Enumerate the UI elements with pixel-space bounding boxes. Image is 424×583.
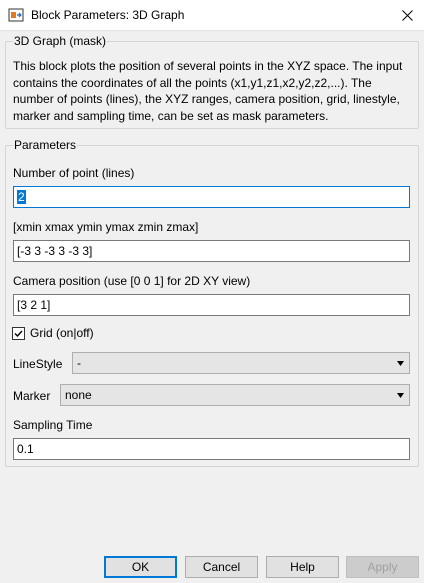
mask-description-group: 3D Graph (mask) This block plots the pos…	[5, 34, 419, 129]
checkmark-icon	[14, 330, 23, 338]
sampling-time-label: Sampling Time	[13, 418, 93, 432]
ok-button[interactable]: OK	[104, 556, 177, 578]
parameters-group-legend: Parameters	[13, 138, 78, 152]
close-icon	[401, 10, 413, 21]
chevron-down-icon	[397, 393, 404, 398]
camera-position-input[interactable]: [3 2 1]	[13, 294, 410, 316]
marker-label: Marker	[13, 389, 51, 403]
sampling-time-input[interactable]: 0.1	[13, 438, 410, 460]
apply-button[interactable]: Apply	[346, 556, 419, 578]
title-bar: Block Parameters: 3D Graph	[0, 0, 424, 31]
num-points-label: Number of point (lines)	[13, 166, 135, 180]
linestyle-value: -	[77, 356, 81, 370]
ranges-label: [xmin xmax ymin ymax zmin zmax]	[13, 220, 199, 234]
help-button[interactable]: Help	[266, 556, 339, 578]
camera-position-label: Camera position (use [0 0 1] for 2D XY v…	[13, 274, 251, 288]
chevron-down-icon	[397, 361, 404, 366]
cancel-button[interactable]: Cancel	[185, 556, 258, 578]
num-points-value: 2	[17, 190, 26, 204]
num-points-input[interactable]: 2	[13, 186, 410, 208]
block-parameters-icon	[8, 8, 24, 22]
ranges-input[interactable]: [-3 3 -3 3 -3 3]	[13, 240, 410, 262]
linestyle-select[interactable]: -	[72, 352, 410, 374]
mask-description: This block plots the position of several…	[13, 59, 403, 123]
marker-value: none	[65, 388, 92, 402]
window-title: Block Parameters: 3D Graph	[31, 8, 185, 22]
grid-label: Grid (on|off)	[30, 326, 94, 340]
linestyle-label: LineStyle	[13, 357, 63, 371]
mask-group-legend: 3D Graph (mask)	[13, 34, 108, 48]
grid-checkbox[interactable]	[12, 327, 25, 340]
marker-select[interactable]: none	[60, 384, 410, 406]
close-button[interactable]	[390, 0, 424, 31]
